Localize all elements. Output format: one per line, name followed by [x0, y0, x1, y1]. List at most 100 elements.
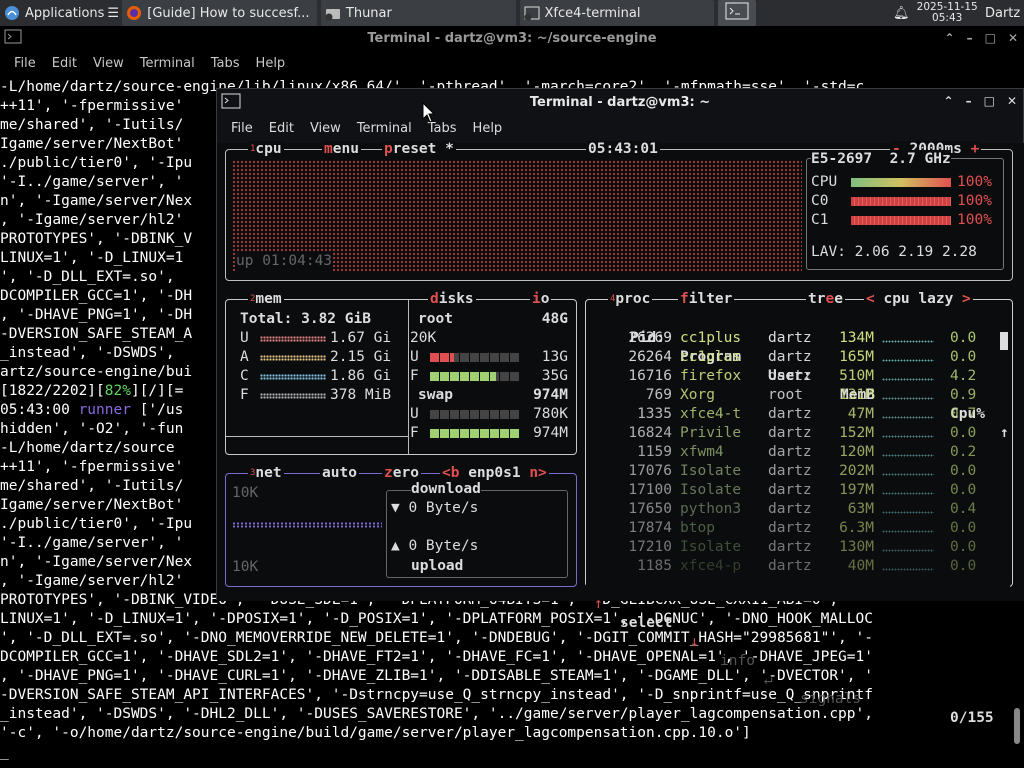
process-row[interactable]: 17650 python3 dartz 63M 0.4	[586, 500, 1002, 519]
proc-cpu: 0.7	[950, 406, 977, 422]
sort-selector[interactable]: < cpu lazy >	[864, 291, 973, 307]
net-scale-bottom: 10K	[232, 559, 259, 575]
info-button[interactable]: info	[720, 652, 755, 671]
menu-view[interactable]: View	[85, 56, 132, 71]
minimize-button[interactable]: –	[967, 31, 973, 45]
workspace-switcher[interactable]	[718, 0, 756, 26]
proc-pid: 16824	[628, 425, 672, 441]
process-row[interactable]: 1335 xfce4-t dartz 47M 0.7	[586, 405, 1002, 424]
process-row[interactable]: 26264 cc1plus dartz 165M 0.0	[586, 348, 1002, 367]
close-button[interactable]: ✕	[1008, 31, 1018, 45]
tree-toggle[interactable]: tree	[806, 291, 845, 307]
proc-box-title[interactable]: 4proc	[608, 291, 653, 307]
disk-size: 974M	[533, 387, 568, 403]
minimize-button[interactable]: –	[966, 94, 972, 108]
menu-terminal[interactable]: Terminal	[349, 121, 420, 136]
menu-view[interactable]: View	[302, 121, 349, 136]
cpu-row-percent: 100%	[957, 193, 992, 209]
process-row[interactable]: 17210 Isolate dartz 130M 0.0	[586, 538, 1002, 557]
proc-cpu-graph	[882, 435, 934, 438]
window-titlebar[interactable]: Terminal - dartz@vm3: ~/source-engine ⌃ …	[0, 26, 1024, 50]
menu-bar: File Edit View Terminal Tabs Help	[217, 115, 1023, 141]
applications-menu[interactable]: Applications ☰	[0, 0, 122, 26]
proc-pid: 1159	[637, 444, 672, 460]
uptime: up 01:04:43	[236, 252, 333, 271]
auto-toggle[interactable]: auto	[320, 465, 359, 481]
filter-button[interactable]: filter	[678, 291, 735, 307]
net-box-title[interactable]: 3net	[248, 465, 284, 481]
net-stats-panel: download ▼ 0 Byte/s ▲ 0 Byte/s upload	[386, 480, 568, 578]
proc-cpu-graph	[882, 549, 934, 552]
proc-mem: 152M	[839, 425, 874, 441]
disk-name: swap	[418, 387, 453, 403]
notification-bell[interactable]: 🔔︎	[889, 0, 913, 26]
mouse-cursor-icon	[422, 102, 436, 123]
user-menu[interactable]: Dartz	[981, 0, 1024, 26]
clock[interactable]: 2025-11-15 05:43	[913, 0, 981, 26]
menu-file[interactable]: File	[6, 56, 44, 71]
mem-row-value: 1.67 Gi	[330, 330, 392, 346]
maximize-button[interactable]: □	[984, 94, 995, 108]
disk-size: 48G	[541, 311, 568, 327]
window-titlebar[interactable]: Terminal - dartz@vm3: ~ ⌃ – □ ✕	[217, 89, 1023, 115]
proc-cpu: 0.0	[950, 463, 977, 479]
close-button[interactable]: ✕	[1007, 94, 1017, 108]
process-row[interactable]: 17076 Isolate dartz 202M 0.0	[586, 462, 1002, 481]
disk-bar-track	[430, 353, 520, 362]
process-row[interactable]: 16824 Privile dartz 152M 0.0	[586, 424, 1002, 443]
disk-f-key: F	[410, 368, 419, 384]
disks-title[interactable]: disks	[428, 291, 476, 307]
select-button[interactable]: select	[620, 614, 672, 633]
io-toggle[interactable]: io	[530, 291, 552, 307]
zero-toggle[interactable]: zero	[382, 465, 421, 481]
proc-user: dartz	[768, 520, 812, 536]
process-row[interactable]: 17874 btop dartz 6.3M 0.0	[586, 519, 1002, 538]
terminal-line: DCOMPILER_GCC=1', '-DHAVE_SDL2=1', '-DHA…	[0, 649, 873, 665]
arrow-up-icon: ↑	[594, 596, 603, 612]
menu-button[interactable]: menu	[322, 141, 361, 157]
task-label: Thunar	[345, 5, 392, 21]
menu-file[interactable]: File	[223, 121, 261, 136]
proc-mem: 202M	[839, 463, 874, 479]
process-row[interactable]: 1185 xfce4-p dartz 40M 0.0	[586, 557, 1002, 576]
mem-box-title[interactable]: 2mem	[248, 291, 284, 307]
proc-mem: 47M	[847, 406, 874, 422]
foreground-terminal-window[interactable]: Terminal - dartz@vm3: ~ ⌃ – □ ✕ File Edit…	[216, 88, 1024, 726]
download-label: download	[411, 480, 481, 499]
process-row[interactable]: 16716 firefox dartz 510M 4.2	[586, 367, 1002, 386]
proc-scrollbar[interactable]	[1000, 332, 1008, 350]
minimize-icon[interactable]: ⌃	[945, 31, 955, 45]
signals-button[interactable]: signals	[800, 690, 861, 709]
disk-f-key: F	[410, 425, 419, 441]
task-terminal[interactable]: Xfce4-terminal	[519, 0, 715, 26]
menu-terminal[interactable]: Terminal	[132, 56, 203, 71]
maximize-button[interactable]: □	[985, 31, 996, 45]
process-row[interactable]: 769 Xorg root 131M 0.9	[586, 386, 1002, 405]
process-row[interactable]: 1159 xfwm4 dartz 120M 0.2	[586, 443, 1002, 462]
cpu-row-label: C0	[811, 193, 829, 209]
proc-mem: 510M	[839, 368, 874, 384]
proc-cpu: 0.0	[950, 539, 977, 555]
btop-app[interactable]: 1cpu menu preset * 05:43:01 - 2000ms + u…	[217, 141, 1024, 726]
disk-u-key: U	[410, 406, 419, 422]
interface-selector[interactable]: <b enp0s1 n>	[440, 465, 549, 481]
enter-icon: ↵	[764, 672, 773, 688]
menu-edit[interactable]: Edit	[44, 56, 85, 71]
terminal-icon	[524, 5, 540, 21]
minimize-icon[interactable]: ⌃	[944, 94, 954, 108]
cpu-box-title[interactable]: 1cpu	[248, 141, 284, 157]
proc-mem: 134M	[839, 330, 874, 346]
menu-edit[interactable]: Edit	[261, 121, 302, 136]
menu-help[interactable]: Help	[465, 121, 511, 136]
process-row[interactable]: 26269 cc1plus dartz 134M 0.0	[586, 329, 1002, 348]
process-row[interactable]: 17100 Isolate dartz 197M 0.0	[586, 481, 1002, 500]
task-firefox[interactable]: [Guide] How to succesf...	[122, 0, 317, 26]
menu-tabs[interactable]: Tabs	[203, 56, 248, 71]
proc-cpu-graph	[882, 492, 934, 495]
mem-row-key: A	[240, 349, 249, 365]
task-thunar[interactable]: Thunar	[320, 0, 516, 26]
proc-cpu-graph	[882, 530, 934, 533]
proc-cpu: 0.0	[950, 520, 977, 536]
menu-help[interactable]: Help	[248, 56, 294, 71]
preset-button[interactable]: preset *	[382, 141, 456, 157]
